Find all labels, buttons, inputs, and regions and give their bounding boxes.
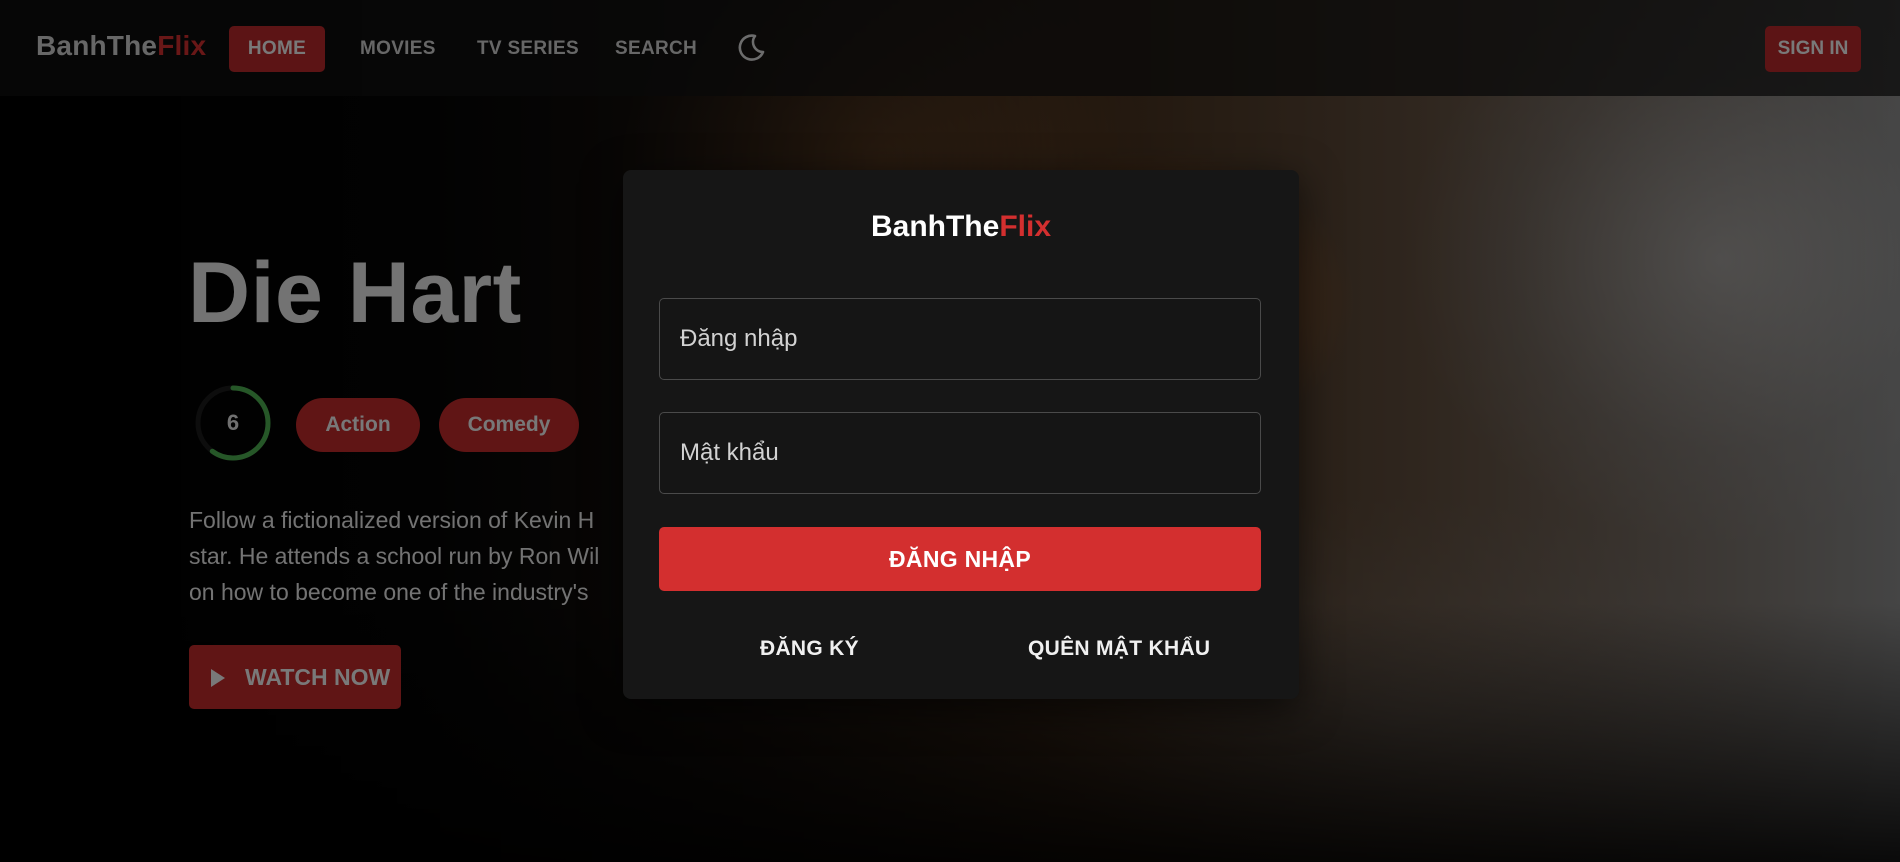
register-link[interactable]: ĐĂNG KÝ (760, 632, 859, 666)
login-modal: BanhTheFlix ĐĂNG NHẬP ĐĂNG KÝ QUÊN MẬT K… (623, 170, 1299, 699)
login-submit-button[interactable]: ĐĂNG NHẬP (659, 527, 1261, 591)
username-input[interactable] (659, 298, 1261, 380)
modal-brand-suffix: Flix (999, 210, 1052, 243)
modal-brand-logo: BanhTheFlix (623, 210, 1299, 244)
password-input[interactable] (659, 412, 1261, 494)
modal-brand-prefix: BanhThe (870, 210, 1000, 243)
forgot-password-link[interactable]: QUÊN MẬT KHẨU (1028, 632, 1210, 666)
